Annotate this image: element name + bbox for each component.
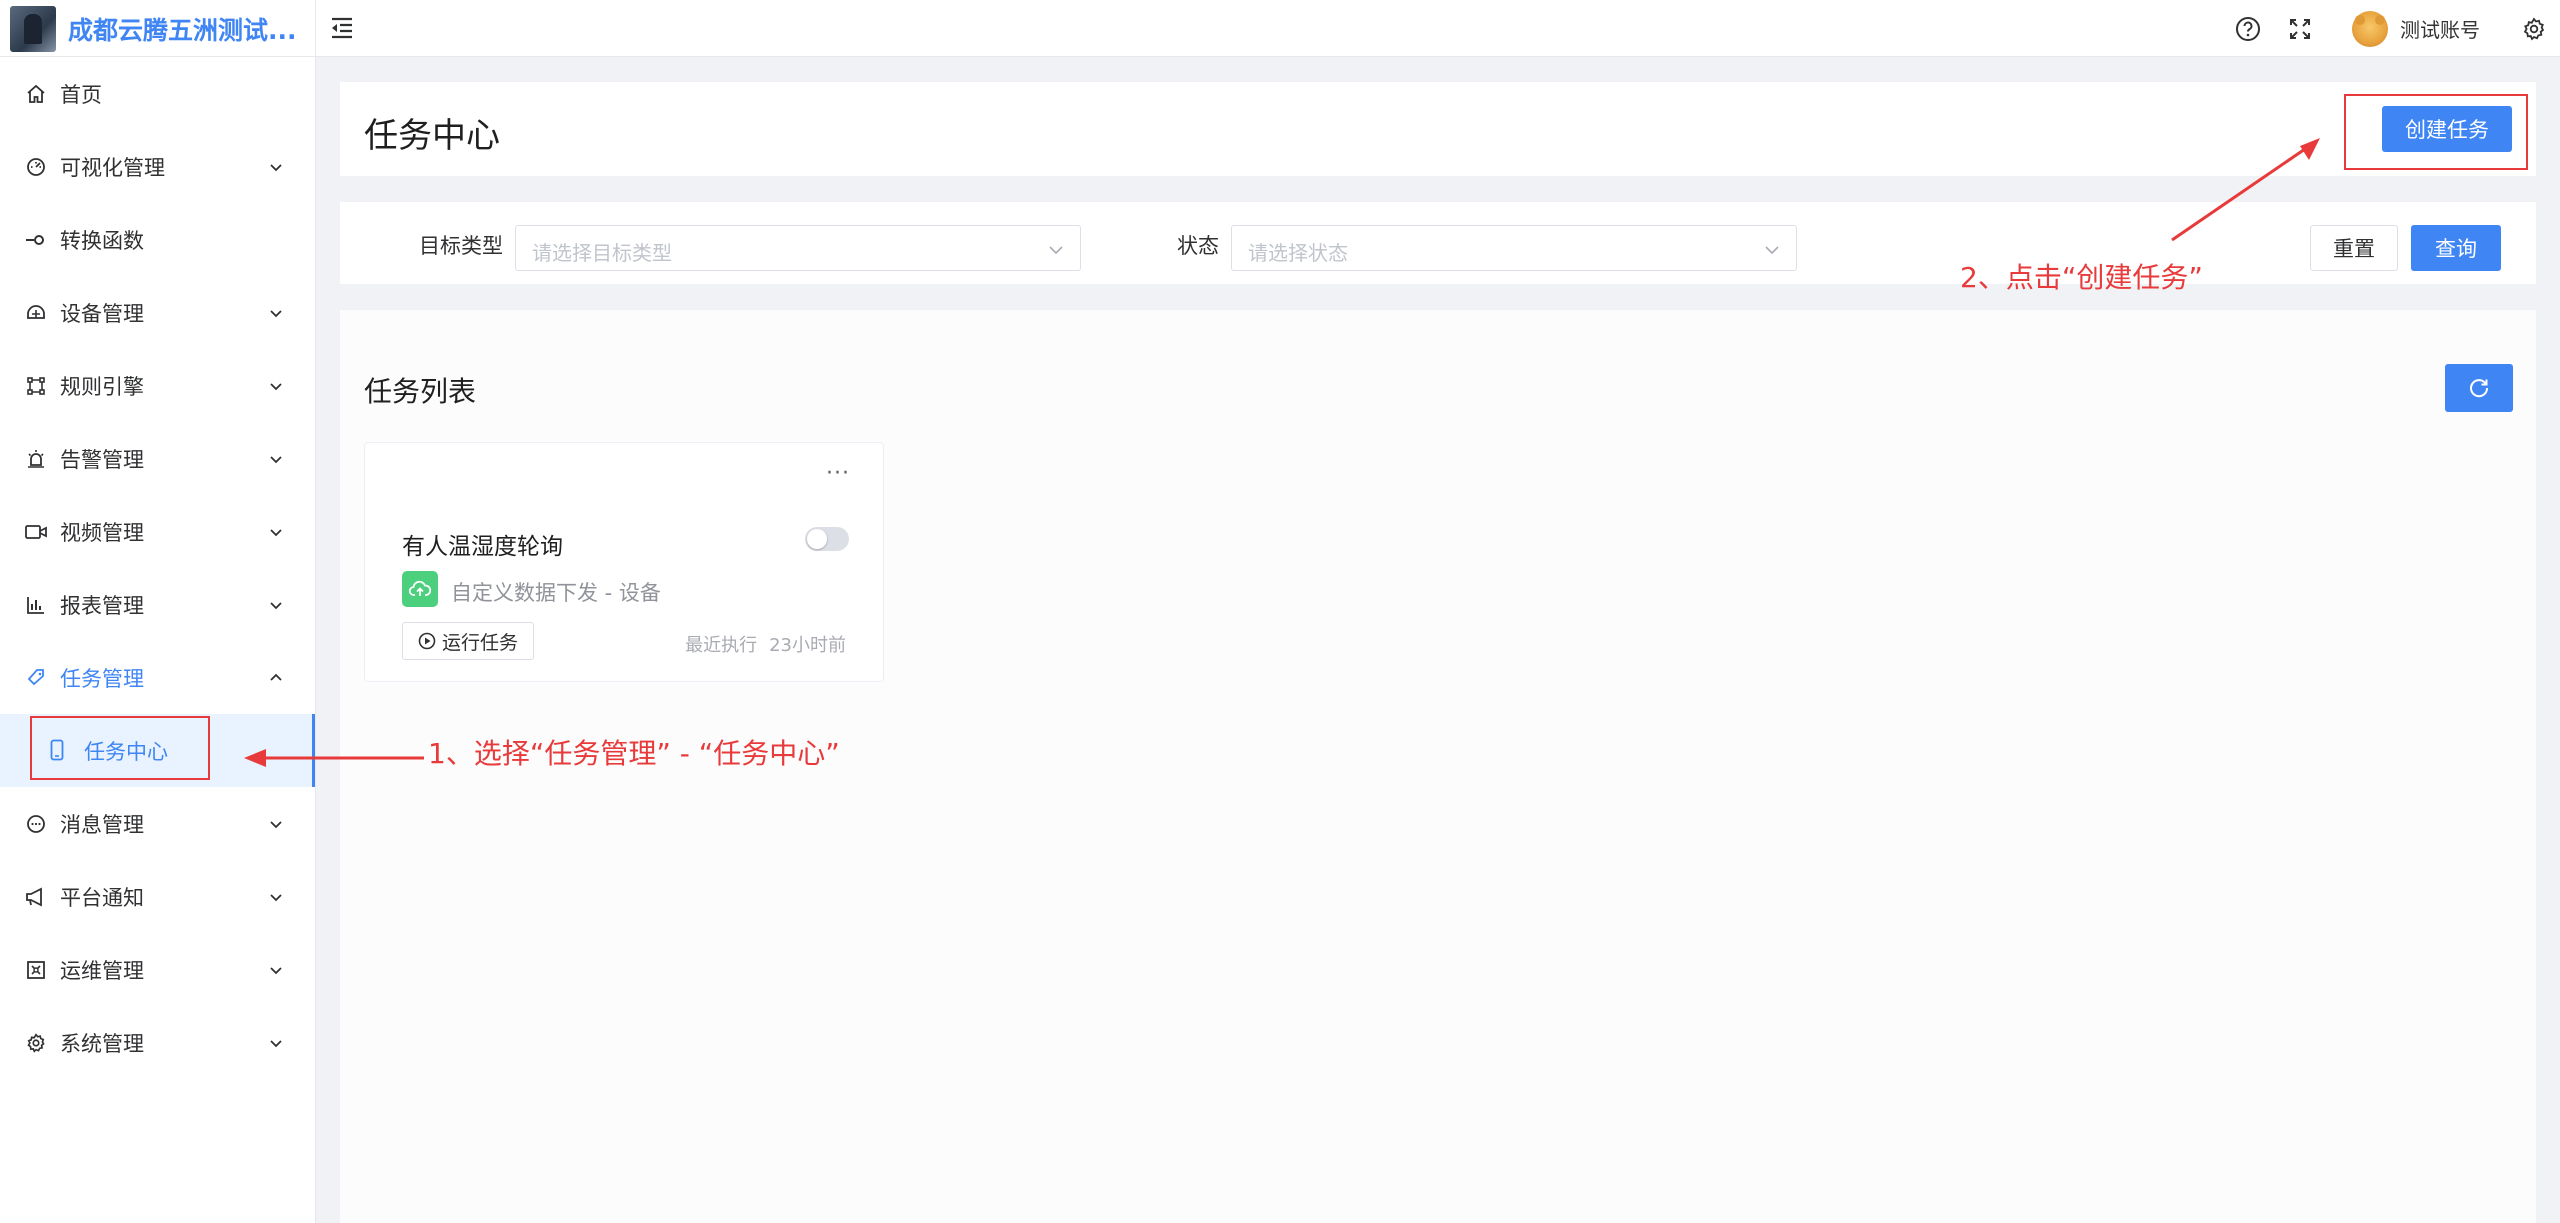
- sidebar-item-task-management[interactable]: 任务管理: [0, 641, 315, 714]
- function-icon: [25, 229, 47, 251]
- run-task-label: 运行任务: [441, 632, 518, 654]
- more-icon[interactable]: ···: [826, 461, 850, 486]
- chevron-down-icon: [268, 597, 284, 613]
- sidebar-item-label: 设备管理: [60, 301, 144, 326]
- chevron-down-icon: [1048, 241, 1064, 260]
- status-placeholder: 请选择状态: [1248, 241, 1348, 265]
- task-list-title: 任务列表: [364, 375, 477, 408]
- user-name[interactable]: 测试账号: [2400, 14, 2480, 43]
- sidebar-item-home[interactable]: 首页: [0, 57, 315, 130]
- alarm-icon: [25, 448, 47, 470]
- chevron-down-icon: [268, 305, 284, 321]
- sidebar-item-functions[interactable]: 转换函数: [0, 203, 315, 276]
- last-executed-label: 最近执行: [685, 635, 758, 656]
- status-select[interactable]: 请选择状态: [1231, 225, 1797, 271]
- sidebar-item-label: 视频管理: [60, 520, 144, 545]
- home-icon: [25, 83, 47, 105]
- last-executed-time: 23小时前: [769, 635, 846, 656]
- chevron-down-icon: [268, 962, 284, 978]
- task-name: 有人温湿度轮询: [402, 534, 563, 560]
- sidebar-item-system[interactable]: 系统管理: [0, 1006, 315, 1079]
- sidebar-item-label: 消息管理: [60, 812, 144, 837]
- sidebar-item-operations[interactable]: 运维管理: [0, 933, 315, 1006]
- chevron-down-icon: [268, 1035, 284, 1051]
- fullscreen-button[interactable]: [2286, 15, 2314, 43]
- sidebar-item-alarms[interactable]: 告警管理: [0, 422, 315, 495]
- fullscreen-icon: [2290, 18, 2310, 39]
- settings-button[interactable]: [2520, 15, 2548, 43]
- gear-icon: [25, 1032, 47, 1054]
- brand: 成都云腾五洲测试...: [0, 0, 316, 57]
- task-enable-toggle[interactable]: [805, 527, 849, 551]
- task-card[interactable]: ··· 有人温湿度轮询 自定义数据下发 - 设备 运行任务 最近执行 23小时前: [364, 442, 884, 682]
- ops-icon: [25, 959, 47, 981]
- page-header-panel: 任务中心 创建任务: [340, 82, 2536, 176]
- sidebar-item-label: 任务管理: [60, 666, 144, 691]
- sidebar-item-devices[interactable]: 设备管理: [0, 276, 315, 349]
- chevron-down-icon: [268, 451, 284, 467]
- sidebar-item-label: 系统管理: [60, 1031, 144, 1056]
- chevron-down-icon: [268, 889, 284, 905]
- annotation-box-create-task: [2344, 94, 2528, 170]
- refresh-icon: [2470, 379, 2489, 398]
- refresh-button[interactable]: [2445, 364, 2513, 412]
- help-button[interactable]: [2234, 15, 2262, 43]
- status-label: 状态: [1177, 234, 1219, 258]
- sidebar-item-visualization[interactable]: 可视化管理: [0, 130, 315, 203]
- gear-icon: [2523, 16, 2545, 41]
- megaphone-icon: [25, 886, 47, 908]
- task-type: 自定义数据下发 - 设备: [451, 581, 661, 605]
- target-type-select[interactable]: 请选择目标类型: [515, 225, 1081, 271]
- rule-engine-icon: [25, 375, 47, 397]
- sidebar-item-label: 告警管理: [60, 447, 144, 472]
- chevron-up-icon: [268, 670, 284, 686]
- sidebar-item-label: 可视化管理: [60, 155, 165, 180]
- brand-title: 成都云腾五洲测试...: [68, 15, 297, 45]
- run-task-button[interactable]: 运行任务: [402, 622, 534, 660]
- header-actions: 测试账号: [2234, 0, 2560, 57]
- message-icon: [25, 813, 47, 835]
- dashboard-icon: [25, 156, 47, 178]
- sidebar-item-label: 平台通知: [60, 885, 144, 910]
- task-icon: [25, 667, 47, 689]
- menu-fold-icon: [332, 17, 352, 39]
- annotation-box-task-center: [30, 716, 210, 780]
- avatar[interactable]: [2352, 10, 2388, 47]
- sidebar: 首页 可视化管理 转换函数 设备管理 规则引擎 告警管理 视频管理 报表管理 任…: [0, 57, 316, 1223]
- target-type-label: 目标类型: [419, 234, 503, 258]
- sidebar-item-label: 首页: [60, 82, 102, 107]
- chevron-down-icon: [1764, 241, 1780, 260]
- chevron-down-icon: [268, 524, 284, 540]
- report-icon: [25, 594, 47, 616]
- query-button[interactable]: 查询: [2411, 225, 2501, 271]
- annotation-step2: 2、点击“创建任务”: [1960, 261, 2203, 294]
- top-header: 成都云腾五洲测试... 测试账号: [0, 0, 2560, 57]
- video-icon: [25, 521, 47, 543]
- chevron-down-icon: [268, 378, 284, 394]
- sidebar-item-reports[interactable]: 报表管理: [0, 568, 315, 641]
- help-icon: [2236, 16, 2260, 41]
- sidebar-item-label: 转换函数: [60, 228, 144, 253]
- annotation-step1: 1、选择“任务管理” - “任务中心”: [428, 737, 840, 770]
- collapse-sidebar-button[interactable]: [328, 14, 356, 42]
- play-circle-icon: [418, 632, 436, 650]
- sidebar-item-label: 报表管理: [60, 593, 144, 618]
- target-type-placeholder: 请选择目标类型: [532, 241, 672, 265]
- cloud-upload-icon: [402, 571, 438, 607]
- sidebar-item-label: 规则引擎: [60, 374, 144, 399]
- last-executed: 最近执行 23小时前: [685, 631, 846, 657]
- chevron-down-icon: [268, 159, 284, 175]
- chevron-down-icon: [268, 816, 284, 832]
- brand-logo: [10, 5, 56, 52]
- filter-panel: 目标类型 请选择目标类型 状态 请选择状态 重置 查询: [340, 202, 2536, 284]
- device-icon: [25, 302, 47, 324]
- sidebar-item-video[interactable]: 视频管理: [0, 495, 315, 568]
- reset-button[interactable]: 重置: [2310, 225, 2398, 271]
- sidebar-item-rule-engine[interactable]: 规则引擎: [0, 349, 315, 422]
- sidebar-item-notifications[interactable]: 平台通知: [0, 860, 315, 933]
- page-title: 任务中心: [364, 116, 500, 156]
- sidebar-item-label: 运维管理: [60, 958, 144, 983]
- sidebar-item-messages[interactable]: 消息管理: [0, 787, 315, 860]
